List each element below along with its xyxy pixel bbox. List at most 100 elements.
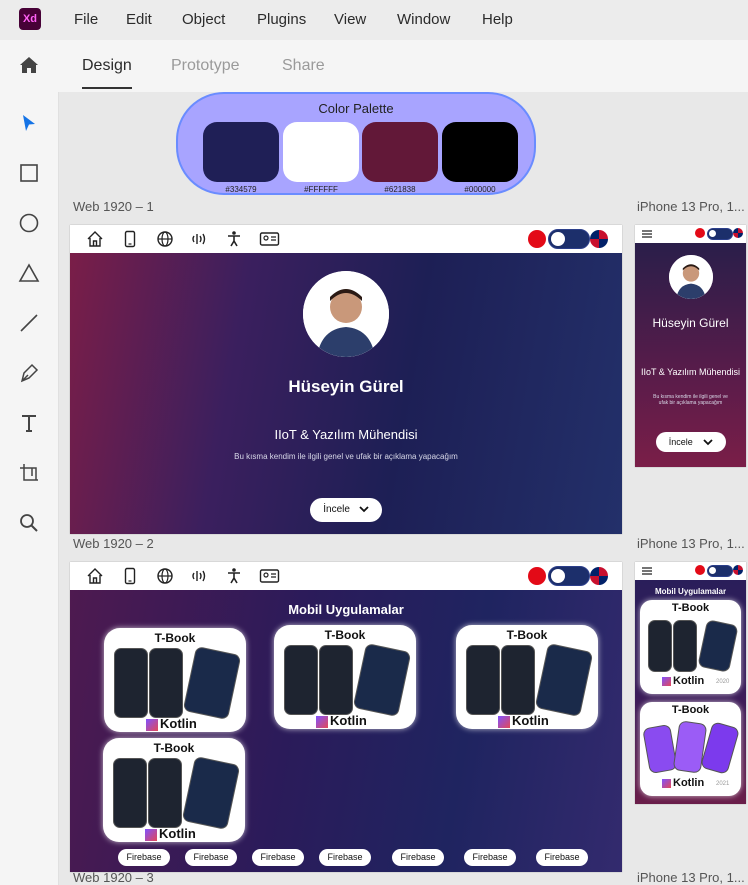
mobile-nav-bar	[635, 562, 746, 580]
menu-window[interactable]: Window	[397, 11, 450, 28]
app-year: 2021	[716, 781, 730, 787]
globe-icon[interactable]	[156, 230, 174, 248]
language-toggle[interactable]	[707, 565, 733, 577]
artboard-icon[interactable]	[18, 462, 40, 484]
app-screenshot	[697, 619, 739, 673]
ellipse-icon[interactable]	[18, 212, 40, 234]
firebase-pill[interactable]: Firebase	[536, 849, 588, 866]
web-artboard-apps[interactable]: Mobil Uygulamalar T-Book Kotlin T-Book K…	[70, 562, 622, 872]
menu-plugins[interactable]: Plugins	[257, 11, 306, 28]
app-card-title: T-Book	[324, 628, 366, 642]
contact-card-icon[interactable]	[259, 567, 280, 585]
swatch-label: #000000	[464, 185, 496, 194]
hamburger-menu-icon[interactable]	[642, 567, 652, 575]
artboard-label-iphone1[interactable]: iPhone 13 Pro, 1...	[637, 199, 745, 214]
iphone-artboard-apps[interactable]: Mobil Uygulamalar T-Book Kotlin 2020 T-B…	[635, 562, 746, 804]
firebase-pill[interactable]: Firebase	[185, 849, 237, 866]
app-screenshot	[673, 620, 697, 672]
home-icon[interactable]	[86, 230, 104, 248]
uk-flag-icon[interactable]	[590, 567, 608, 585]
app-card-title: T-Book	[671, 602, 710, 614]
language-toggle[interactable]	[548, 566, 590, 586]
mode-tab-bar: Design Prototype Share	[0, 40, 748, 92]
app-card[interactable]: T-Book Kotlin	[274, 625, 416, 729]
accessibility-icon[interactable]	[225, 567, 243, 585]
mobile-hero-description: Bu kısma kendim ile ilgili genel ve ufak…	[653, 394, 728, 406]
artboard-label-web1[interactable]: Web 1920 – 1	[73, 199, 154, 214]
menu-object[interactable]: Object	[182, 11, 225, 28]
swatch-white[interactable]	[283, 122, 359, 182]
menu-file[interactable]: File	[74, 11, 98, 28]
apps-section-title: Mobil Uygulamalar	[288, 602, 404, 617]
design-canvas[interactable]: Color Palette #334579 #FFFFFF #621838 #0…	[59, 92, 748, 885]
iphone-artboard-hero[interactable]: Hüseyin Gürel IIoT & Yazılım Mühendisi B…	[635, 225, 746, 467]
firebase-pill[interactable]: Firebase	[252, 849, 304, 866]
zoom-icon[interactable]	[18, 512, 40, 534]
mobile-app-card[interactable]: T-Book Kotlin 2020	[640, 600, 741, 694]
signal-icon[interactable]	[190, 567, 208, 585]
mobile-hero-name: Hüseyin Gürel	[652, 316, 729, 330]
app-card[interactable]: T-Book Kotlin	[104, 628, 246, 732]
polygon-icon[interactable]	[18, 262, 40, 284]
turkish-flag-icon[interactable]	[528, 230, 546, 248]
chevron-down-icon	[359, 506, 369, 513]
turkish-flag-icon[interactable]	[695, 565, 705, 575]
app-screenshot	[181, 755, 241, 831]
turkish-flag-icon[interactable]	[695, 228, 705, 238]
firebase-pill[interactable]: Firebase	[118, 849, 170, 866]
text-icon[interactable]	[18, 412, 40, 434]
app-card[interactable]: T-Book Kotlin	[103, 738, 245, 842]
app-card[interactable]: T-Book Kotlin	[456, 625, 598, 729]
swatch-maroon[interactable]	[362, 122, 438, 182]
kotlin-label: Kotlin	[316, 713, 367, 728]
menu-view[interactable]: View	[334, 11, 366, 28]
kotlin-label: Kotlin	[146, 716, 197, 731]
rectangle-icon[interactable]	[18, 162, 40, 184]
app-card-title: T-Book	[153, 741, 195, 755]
app-screenshot	[149, 648, 183, 718]
uk-flag-icon[interactable]	[733, 565, 743, 575]
artboard-label-iphone3[interactable]: iPhone 13 Pro, 1...	[637, 870, 745, 885]
contact-card-icon[interactable]	[259, 230, 280, 248]
app-screenshot	[648, 620, 672, 672]
pen-icon[interactable]	[18, 362, 40, 384]
app-screenshot	[534, 642, 594, 718]
uk-flag-icon[interactable]	[590, 230, 608, 248]
tab-prototype[interactable]: Prototype	[171, 57, 239, 75]
explore-button[interactable]: İncele	[310, 498, 382, 522]
firebase-pill[interactable]: Firebase	[392, 849, 444, 866]
menu-edit[interactable]: Edit	[126, 11, 152, 28]
mobile-icon[interactable]	[121, 230, 139, 248]
app-screenshot	[642, 723, 678, 775]
kotlin-label: Kotlin	[498, 713, 549, 728]
menu-help[interactable]: Help	[482, 11, 513, 28]
hamburger-menu-icon[interactable]	[642, 230, 652, 238]
mobile-app-card[interactable]: T-Book Kotlin 2021	[640, 702, 741, 796]
home-icon[interactable]	[18, 54, 40, 76]
palette-title: Color Palette	[318, 101, 394, 116]
kotlin-label: Kotlin	[662, 675, 704, 687]
firebase-pill[interactable]: Firebase	[319, 849, 371, 866]
firebase-pill[interactable]: Firebase	[464, 849, 516, 866]
swatch-black[interactable]	[442, 122, 518, 182]
artboard-label-web3[interactable]: Web 1920 – 3	[73, 870, 154, 885]
line-icon[interactable]	[18, 312, 40, 334]
turkish-flag-icon[interactable]	[528, 567, 546, 585]
color-palette-board[interactable]: Color Palette #334579 #FFFFFF #621838 #0…	[176, 92, 536, 195]
language-toggle[interactable]	[707, 228, 733, 240]
tab-design[interactable]: Design	[82, 57, 132, 75]
accessibility-icon[interactable]	[225, 230, 243, 248]
mobile-explore-button[interactable]: İncele	[656, 432, 726, 452]
globe-icon[interactable]	[156, 567, 174, 585]
select-icon[interactable]	[18, 112, 40, 134]
artboard-label-web2[interactable]: Web 1920 – 2	[73, 536, 154, 551]
tab-share[interactable]: Share	[282, 57, 325, 75]
swatch-navy[interactable]	[203, 122, 279, 182]
home-icon[interactable]	[86, 567, 104, 585]
artboard-label-iphone2[interactable]: iPhone 13 Pro, 1...	[637, 536, 745, 551]
uk-flag-icon[interactable]	[733, 228, 743, 238]
web-artboard-hero[interactable]: Hüseyin Gürel IIoT & Yazılım Mühendisi B…	[70, 225, 622, 534]
language-toggle[interactable]	[548, 229, 590, 249]
signal-icon[interactable]	[190, 230, 208, 248]
mobile-icon[interactable]	[121, 567, 139, 585]
